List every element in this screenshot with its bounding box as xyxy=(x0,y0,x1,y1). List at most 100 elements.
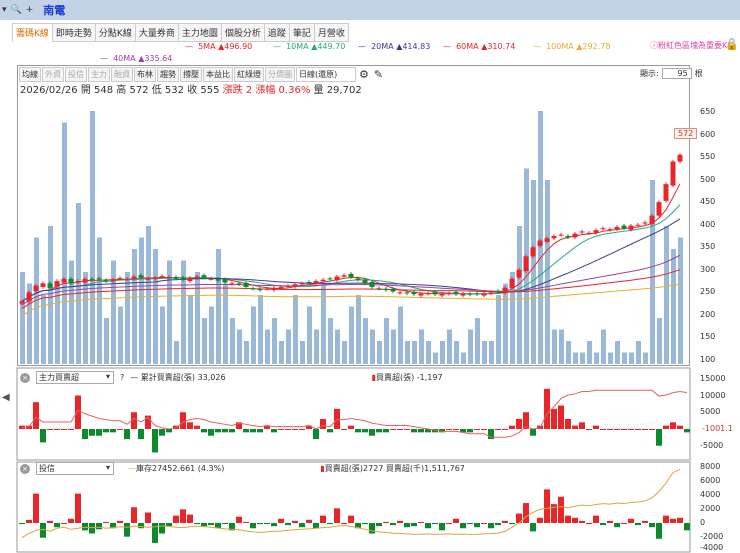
panel3-inventory-line xyxy=(21,468,681,539)
panel2-bar xyxy=(89,429,95,436)
panel3-bar xyxy=(516,513,522,523)
bar-label: ▮買賣超(張) -1,197 xyxy=(371,373,443,382)
panel2-bar xyxy=(390,429,396,430)
panel2-bar xyxy=(68,429,74,430)
panel3-bar xyxy=(530,523,536,532)
panel3-bar xyxy=(341,523,347,524)
indicator-select[interactable]: 投信 ▾ xyxy=(36,462,114,475)
panel3-bar xyxy=(208,523,214,526)
panel3-bar xyxy=(124,523,130,537)
tab-5[interactable]: 個股分析 xyxy=(220,23,265,42)
panel2-bar xyxy=(635,429,641,430)
panel3-bar xyxy=(75,493,81,523)
panel2-bar xyxy=(481,429,487,430)
panel2-marker: -1001.1 xyxy=(702,424,733,433)
quote-change: 漲跌 2 xyxy=(222,85,253,96)
price-axis-label: 350 xyxy=(700,242,716,252)
price-chart-area[interactable] xyxy=(17,65,690,366)
close-panel-icon[interactable]: × xyxy=(20,372,30,383)
panel2-bar xyxy=(313,429,319,440)
toolbar-button[interactable]: 外資 xyxy=(42,67,64,82)
panel3-bar xyxy=(607,520,613,523)
add-button[interactable]: + xyxy=(26,5,34,15)
panel2-bar xyxy=(19,425,25,429)
panel2-bar xyxy=(369,429,375,436)
tab-4[interactable]: 主力地圖 xyxy=(177,23,222,42)
panel2-bar xyxy=(341,429,347,430)
toolbar-button[interactable]: 布林 xyxy=(134,67,156,82)
panel2-bar xyxy=(516,418,522,429)
panel2-bar xyxy=(355,429,361,433)
panel2-bar xyxy=(537,425,543,429)
indicator-select-value: 投信 xyxy=(39,464,55,473)
panel3-bar xyxy=(131,507,137,523)
panel2-bar xyxy=(26,425,32,429)
tab-3[interactable]: 大量券商 xyxy=(134,23,179,42)
panel2-bar xyxy=(285,429,291,430)
tab-6[interactable]: 追蹤 xyxy=(263,23,290,42)
panel3-bar xyxy=(40,523,46,538)
panel2-bar xyxy=(495,429,501,430)
toolbar-button[interactable]: 撐壓 xyxy=(180,67,202,82)
help-icon[interactable]: ? xyxy=(120,373,124,382)
toolbar-button[interactable]: 紅綠燈 xyxy=(234,67,264,82)
toolbar-button[interactable]: 趨勢 xyxy=(157,67,179,82)
panel2-bar xyxy=(607,429,613,430)
price-axis-label: 400 xyxy=(700,219,716,229)
panel3-bar xyxy=(61,523,67,524)
panel2-bar xyxy=(299,429,305,430)
tab-1[interactable]: 即時走勢 xyxy=(51,23,96,42)
toolbar-button[interactable]: 分價圖 xyxy=(265,67,295,82)
panel2-bar xyxy=(264,425,270,429)
toolbar-button[interactable]: 融資 xyxy=(111,67,133,82)
dropdown-icon[interactable]: ▾ xyxy=(2,5,7,15)
tab-0[interactable]: 籌碼K線 xyxy=(12,23,53,42)
pen-icon[interactable]: ✎ xyxy=(372,67,385,82)
gear-icon[interactable]: ⚙ xyxy=(357,67,371,82)
toolbar-button[interactable]: 本益比 xyxy=(203,67,233,82)
ma-legend-label: 60MA ▲310.74 xyxy=(456,42,516,51)
panel3-bar xyxy=(635,523,641,526)
panel2-bar xyxy=(418,429,424,433)
triangle-left-icon[interactable]: ◀ xyxy=(2,392,10,403)
panel2-bar xyxy=(677,425,683,429)
panel3-bar xyxy=(621,523,627,524)
lock-icon[interactable]: 🔓 xyxy=(725,38,739,51)
panel2-bar xyxy=(40,429,46,443)
panel2-bar xyxy=(215,429,221,433)
tab-8[interactable]: 月營收 xyxy=(313,23,349,42)
tab-2[interactable]: 分點K線 xyxy=(94,23,136,42)
toolbar-button[interactable]: 投信 xyxy=(65,67,87,82)
panel3-frame xyxy=(16,461,691,553)
panel3-bar xyxy=(68,518,74,523)
panel2-bar xyxy=(82,429,88,440)
display-count-input[interactable]: 95 xyxy=(661,68,692,79)
panel2-bar xyxy=(306,425,312,429)
panel2-bar xyxy=(656,429,662,446)
panel2-axis-label: 10000 xyxy=(700,390,726,400)
panel2-bar xyxy=(397,429,403,430)
ma-legend-item: — 100MA ▲292.78 xyxy=(533,42,611,51)
panel2-bar xyxy=(138,429,144,440)
panel2-bar xyxy=(75,395,81,429)
panel2-bar xyxy=(586,429,592,430)
panel3-bar xyxy=(593,515,599,523)
period-select[interactable]: 日線(還原) xyxy=(296,67,356,82)
panel2-bar xyxy=(649,429,655,430)
panel3-bar xyxy=(467,523,473,525)
close-panel-icon[interactable]: × xyxy=(20,463,30,474)
toolbar-button[interactable]: 主力 xyxy=(88,67,110,82)
panel3-bar xyxy=(285,523,291,526)
panel3-bar xyxy=(411,523,417,527)
panel3-bar xyxy=(362,523,368,525)
magnifier-icon[interactable]: 🔍 xyxy=(11,5,22,15)
panel2-bar xyxy=(61,429,67,430)
ma-legend-item: — 40MA ▲335.64 xyxy=(100,54,173,63)
toolbar-button[interactable]: 均線 xyxy=(19,67,41,82)
panel2-bar xyxy=(523,412,529,429)
panel2-bar xyxy=(320,418,326,429)
indicator-select[interactable]: 主力買賣超 ▾ xyxy=(36,371,114,384)
tab-7[interactable]: 筆記 xyxy=(288,23,315,42)
panel3-bar xyxy=(250,523,256,529)
panel3-axis-label: 0 xyxy=(700,518,706,527)
